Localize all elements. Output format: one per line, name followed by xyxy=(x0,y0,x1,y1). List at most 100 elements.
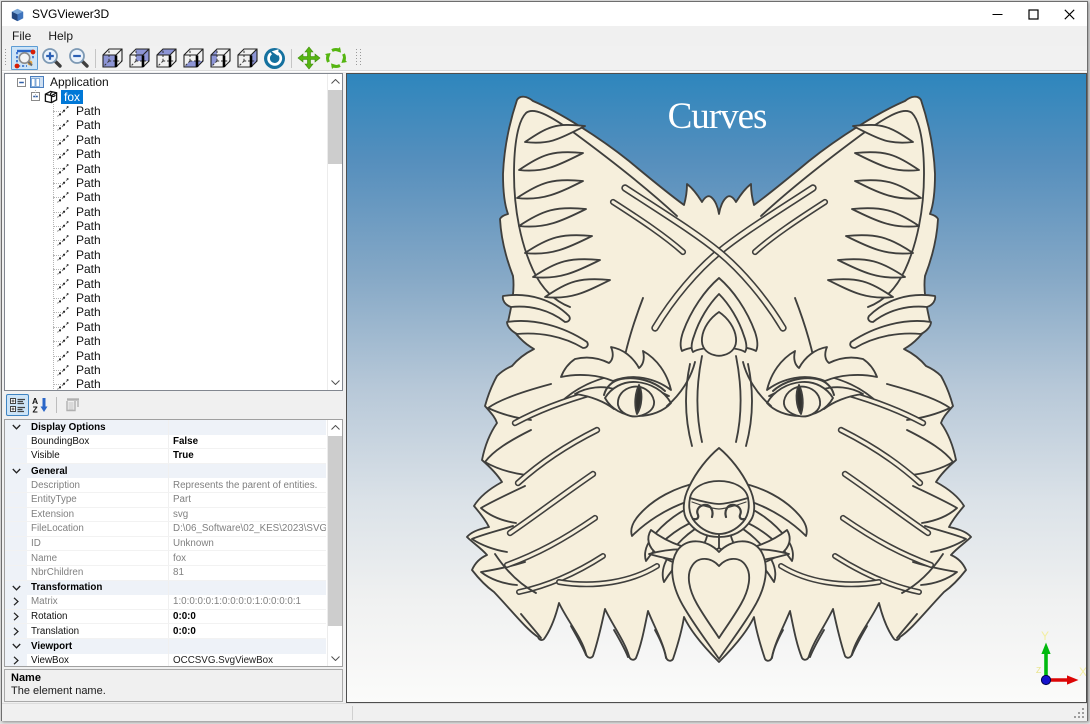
viewport-3d[interactable]: Curves Y X Z xyxy=(346,73,1087,703)
prop-name[interactable]: Description xyxy=(27,478,169,492)
prop-name[interactable]: Name xyxy=(27,551,169,565)
maximize-button[interactable] xyxy=(1015,2,1051,26)
view-bottom-button[interactable] xyxy=(180,46,207,70)
prop-row-rotation[interactable]: Rotation0:0:0 xyxy=(5,610,326,625)
menu-file[interactable]: File xyxy=(5,27,38,45)
property-pages-button[interactable] xyxy=(61,394,84,416)
prop-value[interactable]: Unknown xyxy=(169,537,326,551)
prop-name[interactable]: Visible xyxy=(27,449,169,463)
tree-label[interactable]: Path xyxy=(73,205,104,219)
view-back-button[interactable] xyxy=(126,46,153,70)
tree-label[interactable]: Path xyxy=(73,118,104,132)
tree-label[interactable]: Path xyxy=(73,219,104,233)
tree-label[interactable]: Path xyxy=(73,104,104,118)
tree-scroll-thumb[interactable] xyxy=(328,90,343,164)
view-front-button[interactable] xyxy=(99,46,126,70)
prop-name[interactable]: ID xyxy=(27,537,169,551)
prop-name[interactable]: Rotation xyxy=(27,610,169,624)
prop-value[interactable]: svg xyxy=(169,508,326,522)
toolbar-grip[interactable] xyxy=(4,49,9,67)
prop-value[interactable]: 81 xyxy=(169,566,326,580)
tree-label[interactable]: Path xyxy=(73,305,104,319)
prop-value[interactable]: False xyxy=(169,435,326,449)
tree-scrollbar[interactable] xyxy=(327,74,342,390)
prop-value[interactable]: 0:0:0 xyxy=(169,610,326,624)
reset-view-button[interactable] xyxy=(261,46,288,70)
prop-name[interactable]: ViewBox xyxy=(27,654,169,668)
tree-label[interactable]: Path xyxy=(73,133,104,147)
alphabetical-button[interactable]: AZ xyxy=(29,394,52,416)
zoom-in-button[interactable] xyxy=(38,46,65,70)
prop-scroll-thumb[interactable] xyxy=(328,436,343,626)
prop-row-id[interactable]: IDUnknown xyxy=(5,537,326,552)
prop-name[interactable]: Matrix xyxy=(27,595,169,609)
prop-name[interactable]: Extension xyxy=(27,508,169,522)
tree-scroll-down[interactable] xyxy=(328,375,343,390)
prop-row-viewbox[interactable]: ViewBoxOCCSVG.SvgViewBox xyxy=(5,654,326,668)
close-button[interactable] xyxy=(1051,2,1087,26)
prop-value[interactable]: 0:0:0 xyxy=(169,624,326,638)
prop-name[interactable]: Translation xyxy=(27,624,169,638)
tree-expander-icon[interactable] xyxy=(17,78,26,87)
view-right-button[interactable] xyxy=(234,46,261,70)
prop-value[interactable]: True xyxy=(169,449,326,463)
tree-label[interactable]: Path xyxy=(73,162,104,176)
tree-label[interactable]: Path xyxy=(73,349,104,363)
prop-row-matrix[interactable]: Matrix1:0:0:0:0:1:0:0:0:0:1:0:0:0:0:1 xyxy=(5,595,326,610)
prop-row-description[interactable]: DescriptionRepresents the parent of enti… xyxy=(5,478,326,493)
toolbar-grip[interactable] xyxy=(355,49,362,67)
zoom-window-button[interactable] xyxy=(11,46,38,70)
tree-label[interactable]: Path xyxy=(73,320,104,334)
tree-label[interactable]: Path xyxy=(73,147,104,161)
prop-row-name[interactable]: Namefox xyxy=(5,551,326,566)
rotate-button[interactable] xyxy=(322,46,349,70)
tree-label[interactable]: Path xyxy=(73,363,104,377)
zoom-out-button[interactable] xyxy=(65,46,92,70)
prop-value[interactable]: 1:0:0:0:0:1:0:0:0:0:1:0:0:0:0:1 xyxy=(169,595,326,609)
tree-scroll-up[interactable] xyxy=(328,74,343,89)
prop-category-general[interactable]: General xyxy=(5,464,326,479)
menu-help[interactable]: Help xyxy=(41,27,80,45)
minimize-button[interactable] xyxy=(979,2,1015,26)
prop-row-nbrchildren[interactable]: NbrChildren81 xyxy=(5,566,326,581)
tree-label[interactable]: Path xyxy=(73,262,104,276)
tree-label[interactable]: Path xyxy=(73,277,104,291)
prop-scroll-down[interactable] xyxy=(328,651,343,666)
categorized-button[interactable] xyxy=(6,394,29,416)
resize-grip[interactable] xyxy=(1073,707,1085,719)
view-top-button[interactable] xyxy=(153,46,180,70)
prop-row-visible[interactable]: VisibleTrue xyxy=(5,449,326,464)
category-collapse-icon[interactable] xyxy=(5,420,27,435)
prop-row-filelocation[interactable]: FileLocationD:\06_Software\02_KES\2023\S… xyxy=(5,522,326,537)
prop-value[interactable]: D:\06_Software\02_KES\2023\SVGSerial xyxy=(169,522,326,536)
prop-category-viewport[interactable]: Viewport xyxy=(5,639,326,654)
prop-row-entitytype[interactable]: EntityTypePart xyxy=(5,493,326,508)
tree-label[interactable]: Path xyxy=(73,334,104,348)
prop-value[interactable]: Part xyxy=(169,493,326,507)
prop-name[interactable]: BoundingBox xyxy=(27,435,169,449)
tree-label[interactable]: Path xyxy=(73,377,104,391)
tree-label[interactable]: Path xyxy=(73,233,104,247)
view-left-button[interactable] xyxy=(207,46,234,70)
tree-label[interactable]: Application xyxy=(47,75,112,89)
category-collapse-icon[interactable] xyxy=(5,639,27,654)
prop-name[interactable]: NbrChildren xyxy=(27,566,169,580)
prop-expand-margin[interactable] xyxy=(5,595,27,609)
prop-category-display-options[interactable]: Display Options xyxy=(5,420,326,435)
prop-expand-margin[interactable] xyxy=(5,624,27,638)
prop-category-transformation[interactable]: Transformation xyxy=(5,581,326,596)
prop-expand-margin[interactable] xyxy=(5,654,27,668)
category-collapse-icon[interactable] xyxy=(5,581,27,596)
tree-label[interactable]: fox xyxy=(61,90,83,104)
prop-value[interactable]: fox xyxy=(169,551,326,565)
prop-row-translation[interactable]: Translation0:0:0 xyxy=(5,624,326,639)
prop-name[interactable]: FileLocation xyxy=(27,522,169,536)
prop-value[interactable]: Represents the parent of entities. xyxy=(169,478,326,492)
tree-label[interactable]: Path xyxy=(73,291,104,305)
prop-row-extension[interactable]: Extensionsvg xyxy=(5,508,326,523)
prop-expand-margin[interactable] xyxy=(5,610,27,624)
tree-label[interactable]: Path xyxy=(73,190,104,204)
tree-label[interactable]: Path xyxy=(73,248,104,262)
pan-button[interactable] xyxy=(295,46,322,70)
category-collapse-icon[interactable] xyxy=(5,464,27,479)
